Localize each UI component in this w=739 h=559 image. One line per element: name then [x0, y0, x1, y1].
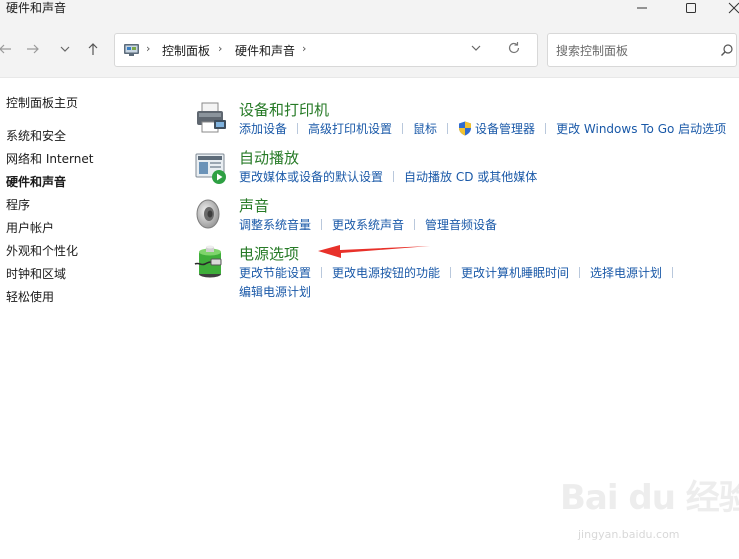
link-change-sleep-time[interactable]: 更改计算机睡眠时间: [461, 266, 569, 280]
link-manage-audio-devices[interactable]: 管理音频设备: [425, 218, 497, 232]
back-button[interactable]: [0, 38, 16, 60]
sidebar-item-clock-and-region[interactable]: 时钟和区域: [6, 265, 66, 282]
category-links-power-options-row2: 编辑电源计划: [239, 283, 311, 300]
search-box: [547, 33, 737, 67]
link-separator: [579, 267, 581, 278]
link-change-power-button[interactable]: 更改电源按钮的功能: [332, 266, 440, 280]
link-autoplay-cd[interactable]: 自动播放 CD 或其他媒体: [404, 170, 537, 184]
maximize-button[interactable]: [671, 0, 711, 16]
sidebar-item-appearance[interactable]: 外观和个性化: [6, 242, 78, 259]
close-icon: [728, 2, 739, 14]
baidu-logo: Bai du 经验: [560, 478, 739, 518]
sidebar-item-programs[interactable]: 程序: [6, 196, 30, 213]
breadcrumb-control-panel[interactable]: 控制面板: [162, 42, 210, 59]
link-separator: [414, 219, 416, 230]
link-separator: [545, 123, 547, 134]
category-title-autoplay[interactable]: 自动播放: [239, 147, 299, 168]
breadcrumb-separator: ›: [218, 42, 223, 55]
arrow-right-icon: [27, 44, 39, 54]
link-windows-to-go[interactable]: 更改 Windows To Go 启动选项: [556, 122, 726, 136]
printer-icon: [197, 102, 226, 133]
link-adjust-volume[interactable]: 调整系统音量: [239, 218, 311, 232]
link-separator: [450, 267, 452, 278]
link-choose-power-plan[interactable]: 选择电源计划: [590, 266, 662, 280]
link-change-power-saving[interactable]: 更改节能设置: [239, 266, 311, 280]
sidebar-item-hardware-and-sound[interactable]: 硬件和声音: [6, 173, 66, 190]
maximize-icon: [686, 3, 696, 13]
recent-locations-button[interactable]: [54, 38, 76, 60]
baidu-watermark: Bai du 经验 jingyan.baidu.com: [560, 478, 739, 552]
minimize-button[interactable]: [622, 0, 662, 16]
speaker-icon: [196, 199, 220, 229]
minimize-icon: [637, 7, 647, 9]
arrow-left-icon: [0, 44, 11, 54]
arrow-up-icon: [88, 43, 98, 55]
control-panel-icon: [124, 44, 139, 56]
breadcrumb-separator: ›: [302, 42, 307, 55]
link-separator: [321, 267, 323, 278]
uac-shield-icon: [459, 121, 472, 136]
chevron-down-icon: [471, 45, 481, 51]
link-separator: [321, 219, 323, 230]
address-bar[interactable]: › 控制面板 › 硬件和声音 ›: [114, 33, 538, 67]
watermark-url: jingyan.baidu.com: [578, 528, 680, 541]
sidebar-item-network-and-internet[interactable]: 网络和 Internet: [6, 150, 93, 167]
breadcrumb-separator: ›: [146, 42, 151, 55]
close-button[interactable]: [714, 0, 739, 16]
up-button[interactable]: [82, 38, 104, 60]
category-links-power-options: 更改节能设置 更改电源按钮的功能 更改计算机睡眠时间 选择电源计划: [239, 264, 683, 281]
link-add-device[interactable]: 添加设备: [239, 122, 287, 136]
sidebar-item-user-accounts[interactable]: 用户帐户: [6, 219, 54, 236]
link-separator: [402, 123, 404, 134]
search-icon[interactable]: [720, 43, 734, 57]
category-title-sound[interactable]: 声音: [239, 195, 269, 216]
link-separator: [297, 123, 299, 134]
search-input[interactable]: [556, 42, 706, 60]
sidebar-item-control-panel-home[interactable]: 控制面板主页: [6, 94, 78, 111]
link-mouse[interactable]: 鼠标: [413, 122, 437, 136]
category-links-devices-and-printers: 添加设备 高级打印机设置 鼠标 设备管理器 更改 Windows To Go 启动选项: [239, 120, 726, 137]
navigation-bar: › 控制面板 › 硬件和声音 ›: [0, 22, 739, 78]
category-title-power-options[interactable]: 电源选项: [239, 243, 299, 264]
link-change-media-defaults[interactable]: 更改媒体或设备的默认设置: [239, 170, 383, 184]
window-title: 硬件和声音: [6, 1, 67, 15]
link-separator: [672, 267, 674, 278]
breadcrumb-hardware-and-sound[interactable]: 硬件和声音: [235, 42, 295, 59]
link-change-system-sounds[interactable]: 更改系统声音: [332, 218, 404, 232]
chevron-down-icon: [60, 46, 70, 52]
link-separator: [393, 171, 395, 182]
sidebar-item-ease-of-access[interactable]: 轻松使用: [6, 288, 54, 305]
refresh-button[interactable]: [507, 41, 521, 59]
link-edit-power-plan[interactable]: 编辑电源计划: [239, 285, 311, 299]
sidebar-item-system-and-security[interactable]: 系统和安全: [6, 127, 66, 144]
link-device-manager[interactable]: 设备管理器: [475, 122, 535, 136]
category-links-sound: 调整系统音量 更改系统声音 管理音频设备: [239, 216, 497, 233]
refresh-icon: [508, 42, 520, 54]
link-advanced-printer-setup[interactable]: 高级打印机设置: [308, 122, 392, 136]
battery-icon: [194, 245, 222, 278]
address-dropdown-button[interactable]: [471, 43, 481, 56]
category-title-devices-and-printers[interactable]: 设备和打印机: [239, 99, 329, 120]
title-bar: 硬件和声音: [0, 0, 739, 22]
autoplay-icon: [195, 153, 226, 184]
annotation-arrow: [318, 245, 430, 258]
category-links-autoplay: 更改媒体或设备的默认设置 自动播放 CD 或其他媒体: [239, 168, 537, 185]
link-separator: [447, 123, 449, 134]
forward-button[interactable]: [22, 38, 44, 60]
